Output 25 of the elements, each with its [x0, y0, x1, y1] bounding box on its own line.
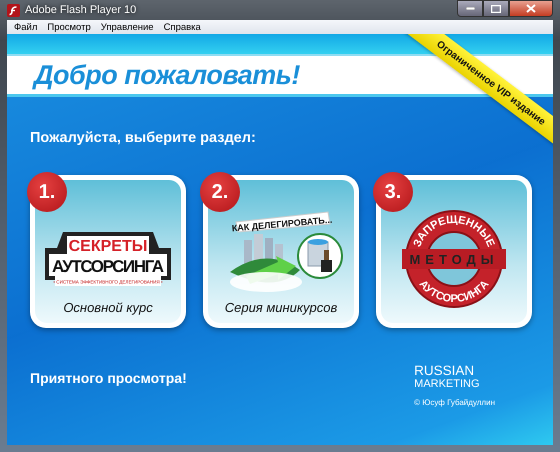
maximize-button[interactable]	[483, 0, 509, 17]
card-label: Основной курс	[63, 300, 153, 315]
brand-subtitle: MARKETING	[414, 378, 481, 390]
number-badge: 2.	[200, 172, 240, 212]
number-badge: 3.	[373, 172, 413, 212]
brand-name: RUSSIAN	[414, 364, 476, 378]
prompt-text: Пожалуйста, выберите раздел:	[30, 130, 257, 146]
menu-item[interactable]: Управление	[96, 22, 159, 32]
menu-item[interactable]: Файл	[9, 22, 42, 32]
number-badge: 1.	[27, 172, 67, 212]
minimize-button[interactable]	[457, 0, 483, 17]
menu-item[interactable]: Справка	[158, 22, 206, 32]
window-title: Adobe Flash Player 10	[25, 4, 136, 16]
section-card[interactable]: КАК ДЕЛЕГИРОВАТЬ... Серия миникурсов 2.	[203, 175, 359, 328]
minimize-icon	[466, 7, 474, 10]
close-button[interactable]	[509, 0, 553, 17]
copyright-text: © Юсуф Губайдуллин	[414, 398, 495, 407]
welcome-heading: Добро пожаловать!	[34, 60, 300, 90]
city-paint-bucket-drawing: КАК ДЕЛЕГИРОВАТЬ...	[216, 210, 346, 294]
maximize-icon	[491, 4, 501, 12]
close-icon	[526, 4, 536, 13]
card-label: Серия миникурсов	[224, 300, 338, 315]
greeting-text: Приятного просмотра!	[30, 370, 187, 386]
menu-item[interactable]: Просмотр	[42, 22, 96, 32]
app-icon	[7, 4, 20, 16]
